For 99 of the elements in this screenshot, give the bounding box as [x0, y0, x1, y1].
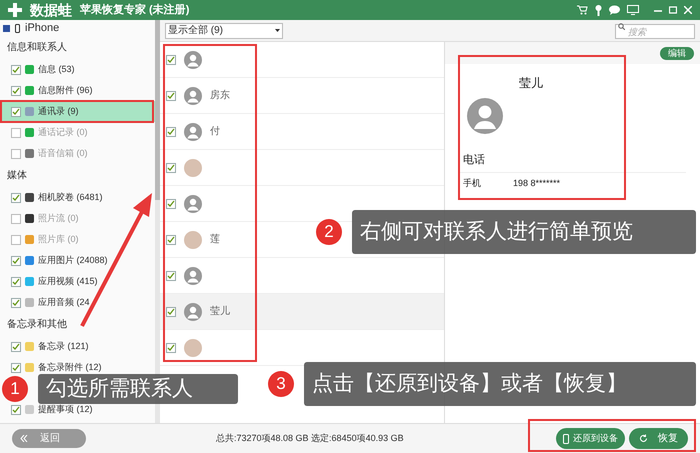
category-label: 照片流 (0) [38, 212, 78, 225]
check-icon [12, 342, 20, 350]
checkbox[interactable] [11, 342, 21, 352]
contact-name: 付 [210, 125, 220, 139]
app-logo: 数据蛙 [30, 0, 72, 20]
phone-section-title: 电话 [462, 153, 486, 168]
contact-name: 房东 [210, 88, 230, 103]
category-label: 备忘录附件 (12) [38, 360, 102, 374]
plus-logo-icon [8, 3, 22, 17]
checkbox[interactable] [166, 90, 176, 100]
restore-to-device-button[interactable]: 还原到设备 [556, 428, 625, 449]
checkbox[interactable] [166, 234, 176, 244]
caret-icon [275, 29, 280, 32]
category-label: 相机胶卷 (6481) [38, 190, 103, 204]
category-label: 应用视频 (415) [38, 274, 98, 288]
search-icon [618, 22, 625, 30]
check-icon [167, 308, 175, 316]
category-label: 信息附件 (96) [38, 84, 93, 97]
check-icon [12, 298, 20, 306]
checkbox[interactable] [166, 342, 176, 352]
checkbox[interactable] [11, 256, 21, 266]
selection-summary: 总共:73270项48.08 GB 选定:68450项40.93 GB [216, 432, 404, 445]
check-icon [167, 92, 175, 100]
checkbox[interactable] [11, 192, 21, 202]
double-chevron-icon [20, 435, 28, 442]
phone-icon [15, 24, 20, 32]
checkbox[interactable] [166, 54, 176, 64]
refresh-icon [639, 434, 648, 443]
check-icon [167, 164, 175, 172]
filter-dropdown[interactable]: 显示全部 (9) [165, 22, 283, 38]
sidebar-item[interactable]: 信息附件 (96) [0, 80, 155, 101]
checkbox[interactable] [11, 276, 21, 286]
callout-tooltip: 右侧可对联系人进行简单预览 [352, 210, 696, 254]
check-icon [12, 256, 20, 264]
category-label: 通话记录 (0) [38, 126, 88, 139]
device-checkbox[interactable] [3, 24, 10, 32]
phone-label: 手机 [462, 176, 482, 190]
close-icon[interactable] [684, 6, 692, 14]
monitor-icon[interactable] [627, 5, 639, 15]
search-field[interactable]: 搜索 [615, 24, 695, 39]
sidebar-item[interactable]: 相机胶卷 (6481) [0, 187, 155, 208]
recover-button[interactable]: 恢复 [629, 428, 688, 449]
checkbox[interactable] [11, 106, 21, 116]
check-icon [167, 344, 175, 352]
section-title: 信息和联系人 [6, 40, 68, 55]
category-label: 语音信箱 (0) [38, 146, 88, 160]
callout-tooltip: 点击【还原到设备】或者【恢复】 [304, 362, 696, 406]
step-number-badge: 3 [268, 371, 294, 397]
checkbox[interactable] [166, 306, 176, 316]
category-label: 照片库 (0) [38, 232, 78, 246]
sidebar-item[interactable]: 应用图片 (24088) [0, 250, 155, 271]
contact-title: 莹儿 [519, 75, 543, 92]
checkbox[interactable] [166, 270, 176, 280]
cart-icon[interactable] [577, 5, 588, 15]
sidebar-item[interactable]: 应用视频 (415) [0, 271, 155, 292]
check-icon [167, 56, 175, 64]
checkbox[interactable] [11, 298, 21, 308]
checkbox[interactable] [11, 362, 21, 372]
phone-icon [563, 434, 569, 444]
category-label: 通讯录 (9) [38, 104, 78, 118]
check-icon [12, 86, 20, 94]
maximize-icon[interactable] [669, 6, 677, 14]
category-label: 应用图片 (24088) [38, 254, 108, 267]
check-icon [12, 108, 20, 116]
check-icon [167, 128, 175, 136]
check-icon [12, 194, 20, 202]
checkbox[interactable] [166, 162, 176, 172]
sidebar-item[interactable]: 应用音频 (24 [0, 292, 155, 313]
category-label: 信息 (53) [38, 62, 75, 76]
category-label: 备忘录 (121) [38, 340, 89, 353]
contact-row[interactable]: 莹儿 [160, 294, 444, 330]
sidebar-item[interactable]: 信息 (53) [0, 59, 155, 80]
check-icon [167, 200, 175, 208]
category-label: 提醒事项 (12) [38, 402, 93, 416]
category-label: 应用音频 (24 [38, 296, 90, 309]
chat-icon[interactable] [609, 5, 620, 15]
person-avatar-icon [467, 98, 503, 134]
section-title: 备忘录和其他 [6, 318, 68, 332]
contact-name: 莲 [210, 232, 220, 247]
check-icon [167, 272, 175, 280]
window-title: 苹果恢复专家 (未注册) [80, 2, 190, 18]
sidebar-item[interactable]: 备忘录 (121) [0, 336, 155, 357]
contact-name: 莹儿 [210, 304, 230, 319]
check-icon [12, 364, 20, 372]
device-name: iPhone [25, 20, 60, 36]
check-icon [12, 278, 20, 286]
phone-number: 198 8******* [513, 176, 560, 190]
checkbox[interactable] [166, 198, 176, 208]
checkbox[interactable] [11, 86, 21, 96]
section-title: 媒体 [6, 169, 28, 183]
check-icon [167, 236, 175, 244]
checkbox[interactable] [11, 404, 21, 414]
edit-button[interactable]: 编辑 [660, 46, 694, 60]
key-icon[interactable] [595, 4, 602, 16]
check-icon [12, 66, 20, 74]
checkbox[interactable] [166, 126, 176, 136]
check-icon [12, 406, 20, 414]
checkbox[interactable] [11, 64, 21, 74]
callout-tooltip: 勾选所需联系人 [38, 374, 238, 404]
